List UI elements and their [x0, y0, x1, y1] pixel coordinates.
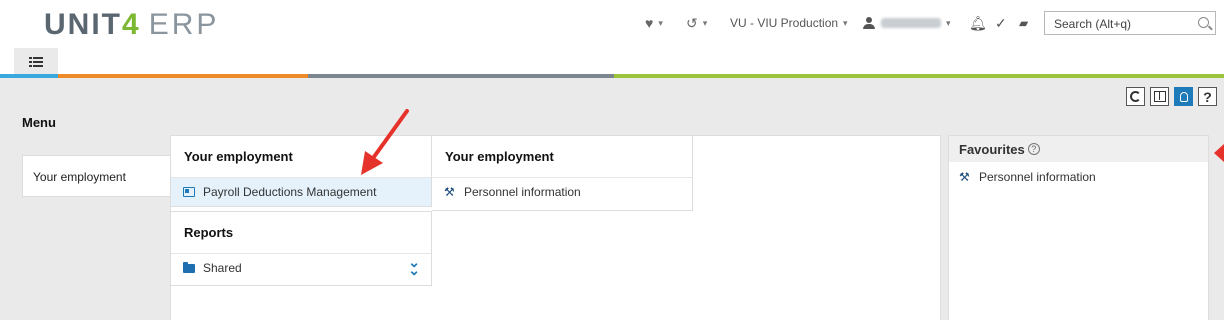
- help-button[interactable]: ?: [1198, 87, 1217, 106]
- card-title: Reports: [171, 212, 431, 254]
- menu-tab[interactable]: [14, 48, 58, 75]
- menu-cards-area: Your employment Payroll Deductions Manag…: [170, 135, 941, 320]
- favorites-menu[interactable]: ♥ ▾: [645, 14, 663, 32]
- chevron-down-icon: ▾: [843, 17, 848, 28]
- search-icon[interactable]: [1198, 17, 1209, 28]
- card-reports: Reports Shared ⌄ ⌄: [171, 211, 432, 286]
- red-arrow-annotation: [361, 109, 409, 175]
- heart-icon: ♥: [645, 15, 654, 31]
- split-view-button[interactable]: [1150, 87, 1169, 106]
- chevron-down-icon: ▾: [946, 17, 951, 28]
- bell-icon[interactable]: 🔔︎: [969, 14, 987, 32]
- chat-icon[interactable]: ▰: [1019, 14, 1028, 32]
- user-name-redacted: [881, 18, 941, 28]
- menu-item-your-employment[interactable]: Your employment: [22, 155, 172, 197]
- history-menu[interactable]: ↺ ▾: [686, 14, 707, 32]
- favourite-personnel-information[interactable]: ⚒ Personnel information: [949, 162, 1208, 192]
- search-input[interactable]: Search (Alt+q): [1044, 11, 1216, 35]
- refresh-button[interactable]: [1126, 87, 1145, 106]
- chevron-down-icon: ▾: [658, 17, 663, 28]
- history-icon: ↺: [686, 14, 698, 31]
- split-panel-icon: [1153, 91, 1166, 102]
- menu-link-payroll-deductions[interactable]: Payroll Deductions Management: [171, 178, 431, 206]
- top-header: UNIT4 ERP ♥ ▾ ↺ ▾ VU - VIU Production ▾ ▾ 🔔︎…: [0, 0, 1224, 48]
- company-selector[interactable]: VU - VIU Production ▾: [730, 14, 848, 32]
- chevron-down-icon: ▾: [702, 17, 708, 28]
- help-icon[interactable]: ?: [1027, 143, 1040, 155]
- menu-link-personnel-information[interactable]: ⚒ Personnel information: [432, 178, 692, 206]
- menu-link-shared-reports[interactable]: Shared ⌄ ⌄: [171, 254, 431, 282]
- favourites-header: Favourites ?: [949, 136, 1208, 162]
- tools-icon: ⚒: [959, 170, 970, 184]
- lightbulb-icon: [1179, 91, 1188, 102]
- company-selector-label: VU - VIU Production: [730, 16, 839, 30]
- unit4-logo[interactable]: UNIT4 ERP: [44, 8, 219, 42]
- card-title: Your employment: [432, 136, 692, 178]
- refresh-icon: [1130, 91, 1141, 102]
- card-your-employment-2: Your employment ⚒ Personnel information: [432, 136, 693, 211]
- list-icon: [29, 56, 43, 67]
- expand-icon[interactable]: ⌄ ⌄: [408, 255, 420, 277]
- document-icon: [183, 187, 195, 197]
- red-arrow-annotation: [1214, 144, 1224, 162]
- tools-icon: ⚒: [444, 185, 455, 199]
- checkmark-icon[interactable]: ✓: [995, 14, 1007, 32]
- user-icon: [863, 17, 875, 29]
- menu-title: Menu: [22, 115, 56, 130]
- favourites-panel: Favourites ? ⚒ Personnel information: [948, 135, 1209, 320]
- tips-button[interactable]: [1174, 87, 1193, 106]
- folder-icon: [183, 262, 195, 273]
- user-menu[interactable]: ▾: [863, 14, 951, 32]
